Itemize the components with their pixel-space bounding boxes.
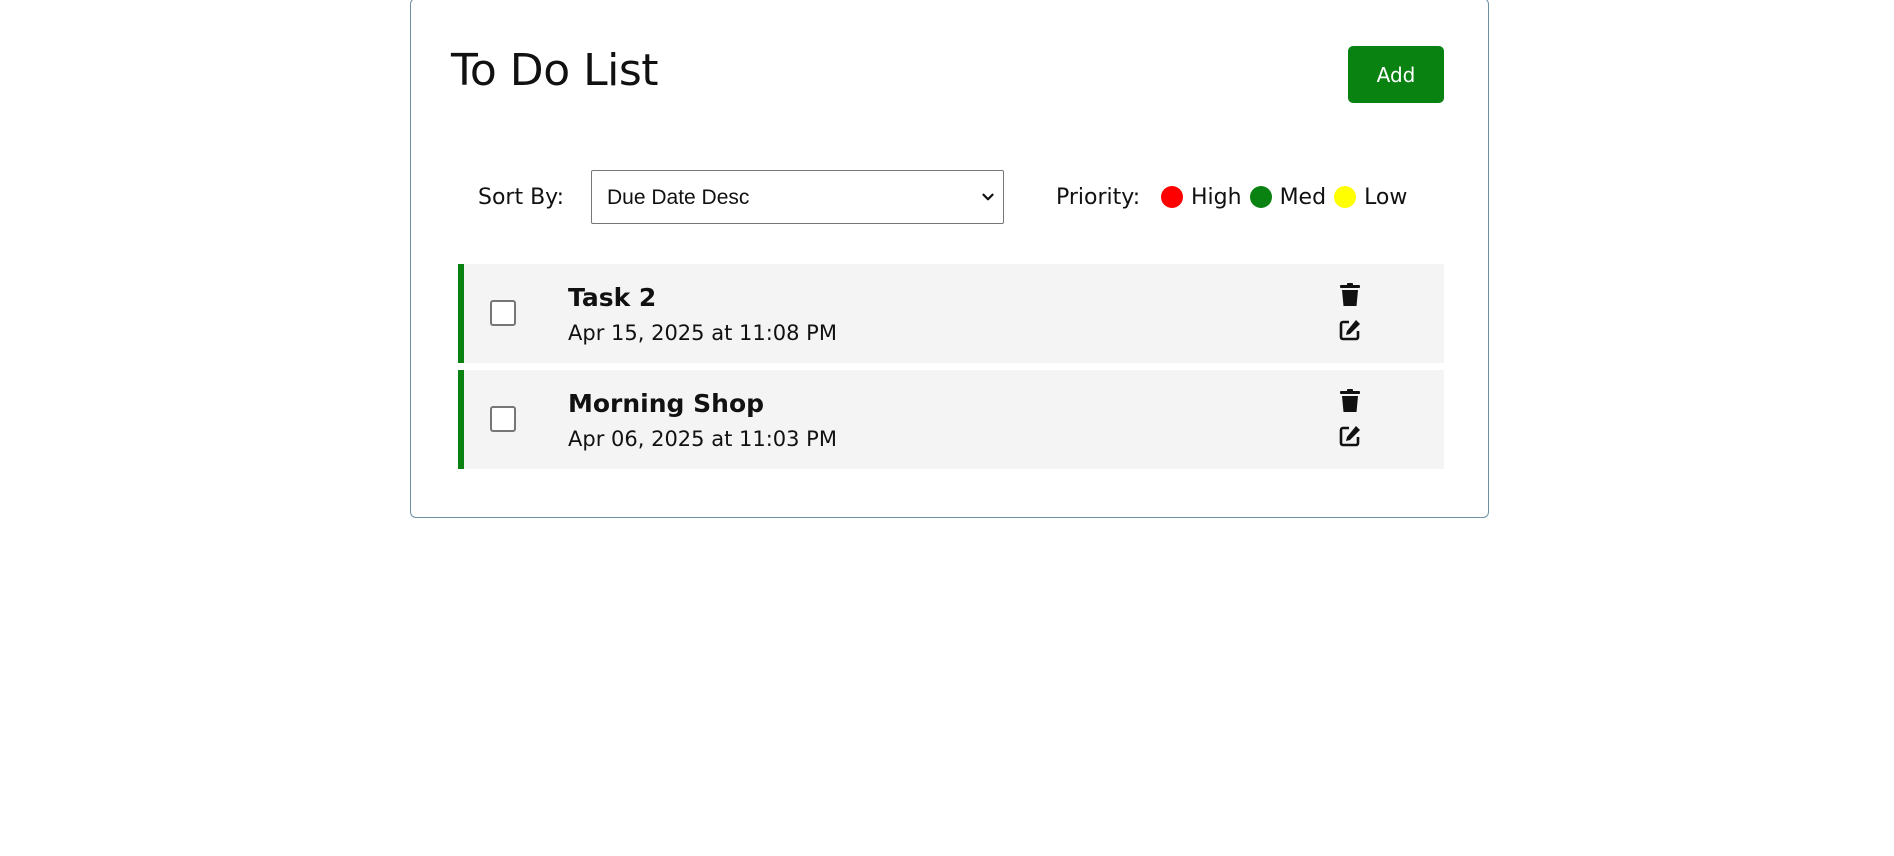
task-complete-checkbox[interactable]: [490, 406, 516, 432]
sort-label: Sort By:: [478, 185, 565, 210]
low-priority-dot-icon: [1334, 186, 1357, 208]
legend-item-high: High: [1161, 185, 1242, 210]
legend-label-med: Med: [1279, 184, 1327, 210]
priority-label: Priority:: [1056, 185, 1141, 210]
todo-card: To Do List Add Sort By: Due Date Desc Pr…: [410, 0, 1489, 518]
edit-task-button[interactable]: [1337, 423, 1363, 449]
edit-task-button[interactable]: [1337, 317, 1363, 343]
task-item: Morning Shop Apr 06, 2025 at 11:03 PM: [458, 370, 1444, 469]
chevron-down-icon: [982, 193, 994, 201]
legend-item-med: Med: [1249, 184, 1327, 210]
add-task-button[interactable]: Add: [1348, 46, 1444, 103]
sort-select-value: Due Date Desc: [607, 186, 750, 209]
page-title: To Do List: [451, 45, 659, 96]
task-title: Morning Shop: [568, 389, 765, 418]
task-title: Task 2: [568, 283, 657, 312]
delete-task-button[interactable]: [1337, 388, 1363, 414]
edit-icon: [1339, 426, 1360, 447]
trash-icon: [1340, 283, 1360, 306]
delete-task-button[interactable]: [1337, 282, 1363, 308]
legend-label-low: Low: [1364, 184, 1408, 210]
task-due-date: Apr 06, 2025 at 11:03 PM: [568, 427, 837, 451]
legend-item-low: Low: [1334, 185, 1407, 210]
task-item: Task 2 Apr 15, 2025 at 11:08 PM: [458, 264, 1444, 363]
sort-select[interactable]: Due Date Desc: [591, 170, 1004, 224]
task-complete-checkbox[interactable]: [490, 300, 516, 326]
med-priority-dot-icon: [1249, 186, 1272, 208]
task-due-date: Apr 15, 2025 at 11:08 PM: [568, 321, 837, 345]
priority-legend: High Med Low: [1161, 182, 1415, 212]
legend-label-high: High: [1191, 184, 1242, 210]
trash-icon: [1340, 389, 1360, 412]
high-priority-dot-icon: [1161, 186, 1183, 208]
task-list: Task 2 Apr 15, 2025 at 11:08 PM Morning …: [458, 264, 1444, 476]
edit-icon: [1339, 320, 1360, 341]
